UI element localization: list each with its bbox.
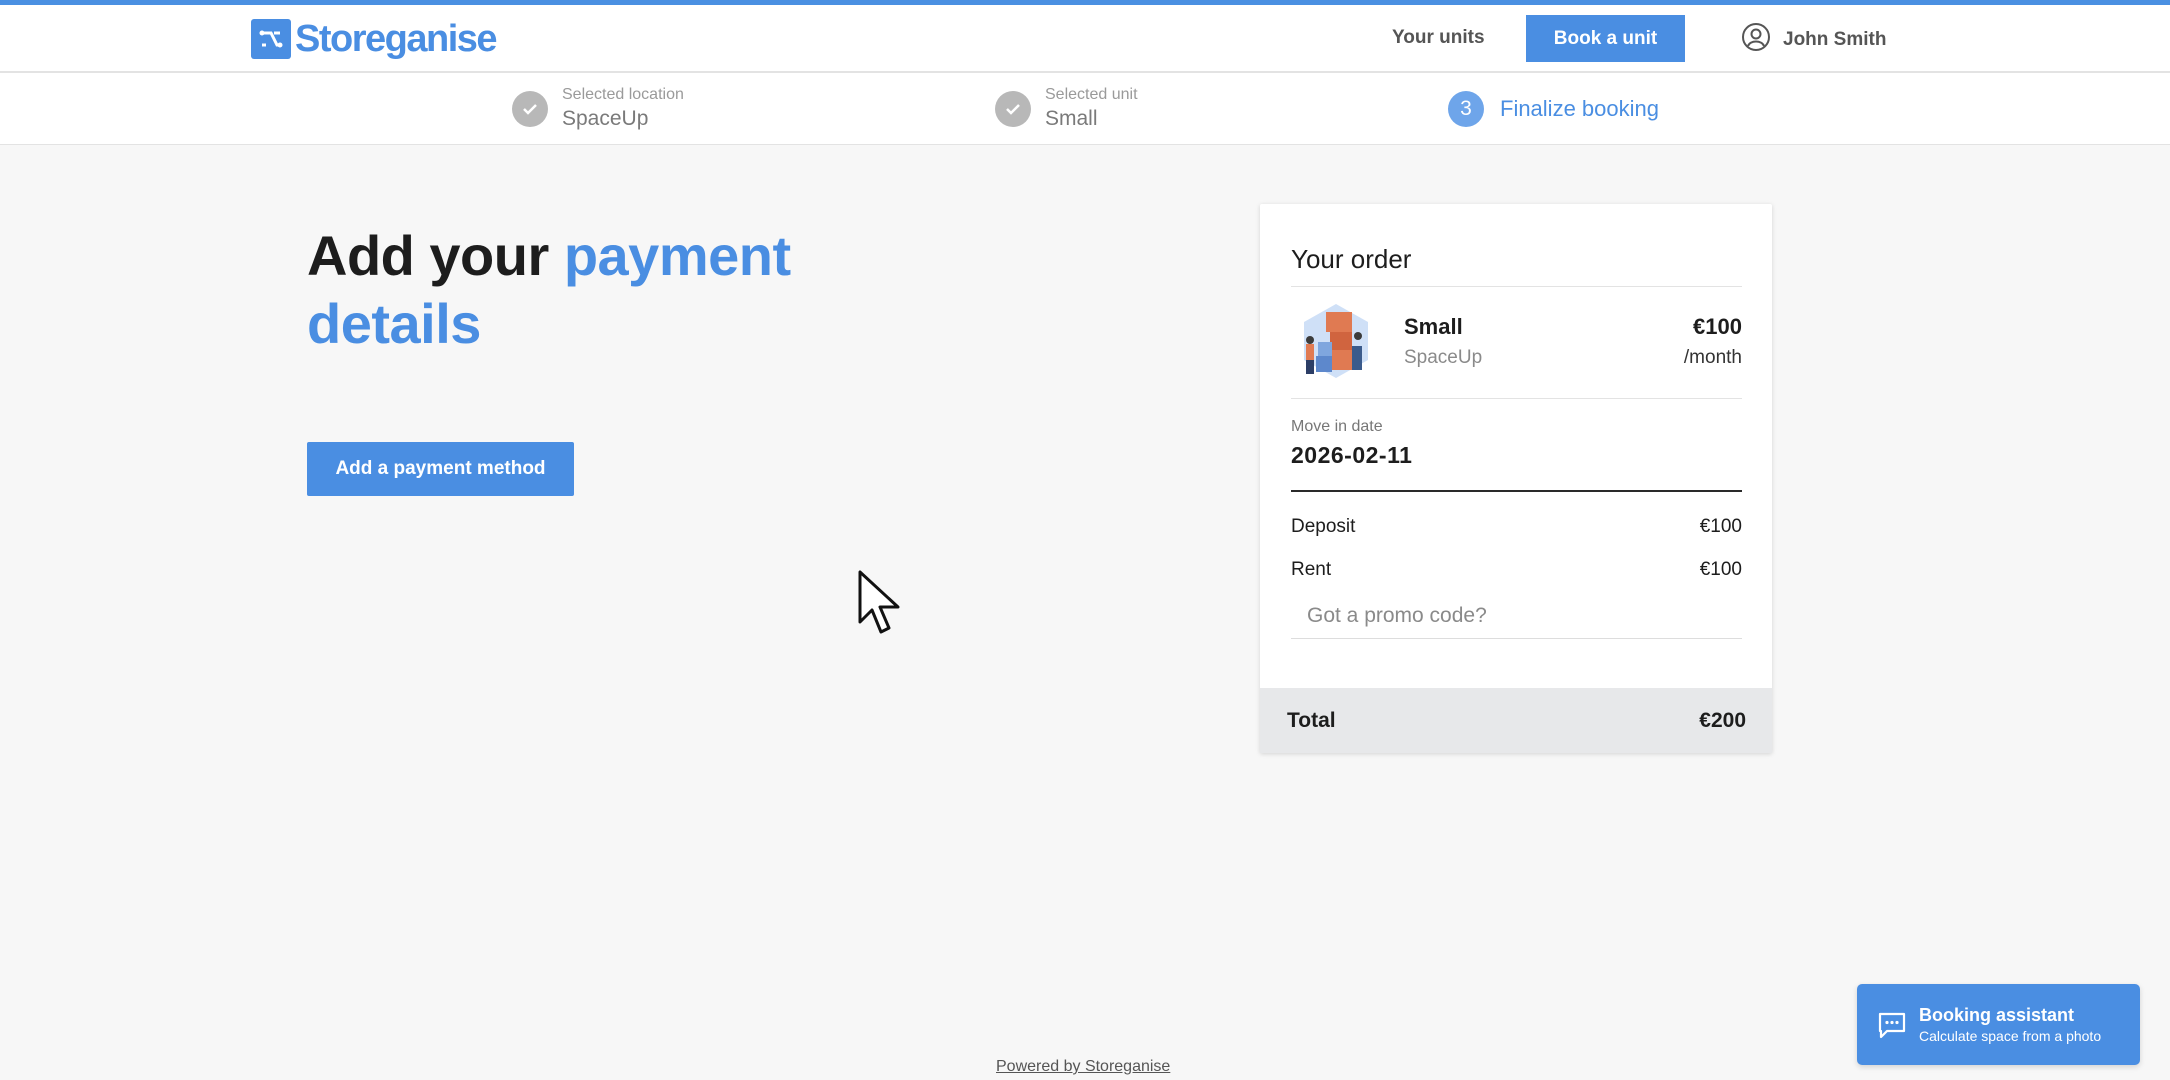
booking-steps: Selected location SpaceUp Selected unit … <box>0 73 2170 145</box>
user-name: John Smith <box>1783 28 1887 50</box>
mouse-cursor-icon <box>858 570 906 643</box>
move-in-date: 2026-02-11 <box>1291 442 1413 468</box>
move-in-label: Move in date <box>1291 418 1383 435</box>
unit-location: SpaceUp <box>1404 347 1483 368</box>
deposit-label: Deposit <box>1291 516 1356 537</box>
step-label-active: Finalize booking <box>1500 95 1659 121</box>
page-title: Add your payment details <box>307 222 791 358</box>
total-label: Total <box>1287 709 1336 732</box>
step-finalize: 3 Finalize booking <box>1448 73 1659 144</box>
assistant-subtitle: Calculate space from a photo <box>1919 1028 2102 1044</box>
total-row: Total €200 <box>1260 688 1772 753</box>
logo[interactable]: Storeganise <box>251 17 498 61</box>
user-icon <box>1741 22 1771 57</box>
rent-label: Rent <box>1291 559 1332 580</box>
chat-icon <box>1877 1010 1907 1045</box>
order-summary: Your order Small SpaceUp €100 /month Mov… <box>1260 204 1772 753</box>
promo-code-input[interactable] <box>1291 594 1742 639</box>
nav-your-units[interactable]: Your units <box>1392 27 1485 49</box>
unit-image <box>1300 302 1372 380</box>
step-value: SpaceUp <box>562 106 649 130</box>
rent-value: €100 <box>1699 559 1742 580</box>
step-label: Selected location <box>562 85 684 103</box>
title-accent: details <box>307 292 481 355</box>
assistant-title: Booking assistant <box>1919 1005 2075 1025</box>
add-payment-method-button[interactable]: Add a payment method <box>307 442 574 496</box>
step-location[interactable]: Selected location SpaceUp <box>512 73 684 144</box>
site-header: Storeganise Your units Book a unit John … <box>0 5 2170 73</box>
divider <box>1291 286 1742 287</box>
booking-assistant-button[interactable]: Booking assistant Calculate space from a… <box>1857 984 2140 1065</box>
logo-text: Storeganise <box>295 17 498 60</box>
step-unit[interactable]: Selected unit Small <box>995 73 1138 144</box>
order-title: Your order <box>1291 244 1412 274</box>
checkmark-icon <box>512 90 548 127</box>
unit-name: Small <box>1404 314 1463 339</box>
step-label: Selected unit <box>1045 85 1138 103</box>
total-value: €200 <box>1699 709 1746 732</box>
user-menu[interactable]: John Smith <box>1741 22 1886 57</box>
step-number: 3 <box>1448 90 1484 127</box>
title-part: Add your <box>307 224 564 287</box>
divider <box>1291 398 1742 399</box>
deposit-value: €100 <box>1699 516 1742 537</box>
checkmark-icon <box>995 90 1031 127</box>
title-accent: payment <box>563 224 791 287</box>
unit-period: /month <box>1683 347 1742 368</box>
powered-by-link[interactable]: Powered by Storeganise <box>996 1058 1170 1076</box>
book-unit-button[interactable]: Book a unit <box>1526 15 1685 62</box>
storeganise-logo-icon <box>251 19 291 59</box>
divider <box>1291 490 1742 492</box>
unit-price: €100 <box>1693 314 1742 339</box>
step-value: Small <box>1045 106 1098 130</box>
